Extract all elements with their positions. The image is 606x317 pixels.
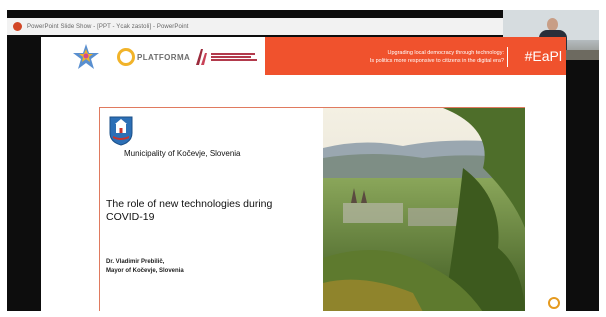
slide-content-frame: Municipality of Kočevje, Slovenia The ro… [99,107,525,311]
banner-divider [507,47,508,67]
landscape-photo [323,108,525,311]
congress-logo [195,45,265,69]
slide-title-line-1: The role of new technologies during [106,198,273,210]
platforma-corner-logo [548,297,560,309]
window-title-bar: PowerPoint Slide Show - [PPT - Ycak zast… [7,18,507,35]
platforma-logo: PLATFORMA [117,46,191,68]
banner-line-2: Is politics more responsive to citizens … [369,58,504,64]
presentation-slide: PLATFORMA Upgrading local democracy thro… [41,37,566,311]
eap-logo [71,43,101,71]
screen-share: PowerPoint Slide Show - [PPT - Ycak zast… [7,10,599,311]
congress-logo-text [211,52,257,62]
presenter-block: Dr. Vladimir Prebilič, Mayor of Kočevje,… [106,258,184,276]
kocevje-crest-icon [109,116,133,146]
banner-line-1: Upgrading local democracy through techno… [387,50,505,56]
presenter-role: Mayor of Kočevje, Slovenia [106,268,184,274]
powerpoint-icon [13,22,22,31]
congress-mark-icon [196,49,207,65]
platforma-wordmark: PLATFORMA [137,52,191,62]
slide-title-line-2: COVID-19 [106,211,155,223]
slide-title: The role of new technologies during COVI… [106,198,326,224]
window-title: PowerPoint Slide Show - [PPT - Ycak zast… [27,23,189,30]
presenter-name: Dr. Vladimir Prebilič, [106,259,165,265]
banner-hashtag: #EaPl [524,48,562,64]
platforma-ring-icon [117,48,135,66]
event-banner: Upgrading local democracy through techno… [265,37,566,75]
municipality-label: Municipality of Kočevje, Slovenia [124,149,241,158]
